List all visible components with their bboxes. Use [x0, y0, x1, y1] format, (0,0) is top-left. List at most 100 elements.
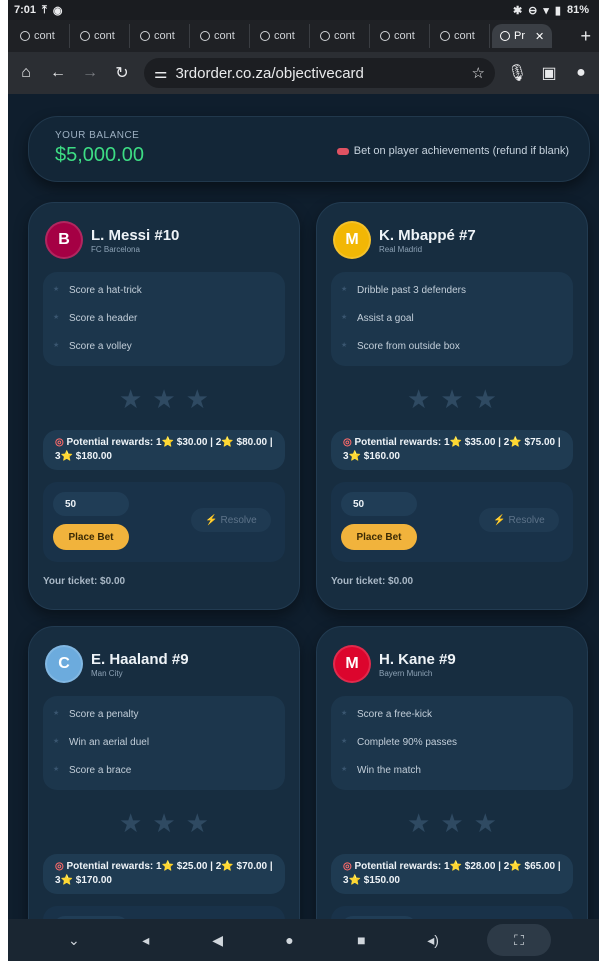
browser-tab[interactable]: cont — [132, 24, 190, 48]
objective-item[interactable]: ★ Dribble past 3 defenders — [341, 276, 563, 304]
browser-tab[interactable]: cont — [252, 24, 310, 48]
bet-info-text: Bet on player achievements (refund if bl… — [353, 145, 569, 157]
screenshot-icon[interactable]: ⛶ — [486, 924, 551, 956]
forward-icon[interactable]: → — [80, 64, 100, 82]
reload-icon[interactable]: ↻ — [112, 63, 132, 83]
place-bet-button[interactable]: Place Bet — [53, 524, 129, 550]
star-icon: ★ — [473, 384, 497, 414]
resolve-button[interactable]: ⚡ Resolve — [479, 508, 559, 532]
potential-rewards: ◎ Potential rewards: 1⭐ $35.00 | 2⭐ $75.… — [331, 430, 573, 470]
browser-tab[interactable]: cont — [72, 24, 130, 48]
star-bullet-icon: ★ — [341, 766, 348, 773]
place-bet-button[interactable]: Place Bet — [341, 524, 417, 550]
browser-tab[interactable]: cont — [432, 24, 490, 48]
player-name: H. Kane #9 — [379, 650, 456, 668]
star-icon: ★ — [185, 384, 209, 414]
star-rating: ★ ★ ★ — [331, 384, 573, 414]
chevron-down-icon[interactable]: ⌄ — [56, 932, 92, 949]
star-icon: ★ — [119, 384, 143, 414]
home-nav-icon[interactable]: ● — [271, 932, 307, 948]
player-team: Man City — [91, 668, 123, 678]
upload-icon: ⤒ — [42, 3, 47, 16]
star-bullet-icon: ★ — [53, 314, 60, 321]
page-content: YOUR BALANCE $5,000.00 Bet on player ach… — [8, 94, 599, 919]
globe-icon — [260, 31, 270, 41]
objective-item[interactable]: ★ Score a hat-trick — [53, 276, 275, 304]
player-name: K. Mbappé #7 — [379, 226, 476, 244]
ticket-value: Your ticket: $0.00 — [331, 576, 414, 587]
star-icon: ★ — [119, 808, 143, 838]
balance-label: YOUR BALANCE — [55, 130, 140, 141]
star-bullet-icon: ★ — [341, 314, 348, 321]
objective-text: Score a penalty — [69, 708, 139, 720]
dnd-icon: ⊖ — [528, 4, 538, 17]
url-text: 3rdorder.co.za/objectivecard — [175, 64, 364, 82]
battery-level: 81% — [566, 4, 589, 16]
player-avatar: M — [333, 645, 371, 683]
browser-tab[interactable]: cont — [372, 24, 430, 48]
volume-down-icon[interactable]: ◂ — [128, 932, 164, 949]
objective-item[interactable]: ★ Score from outside box — [341, 332, 563, 360]
recents-nav-icon[interactable]: ■ — [343, 932, 379, 948]
address-bar[interactable]: ⚌ 3rdorder.co.za/objectivecard ☆ — [144, 58, 495, 88]
objective-item[interactable]: ★ Complete 90% passes — [341, 728, 563, 756]
objective-item[interactable]: ★ Win an aerial duel — [53, 728, 275, 756]
objective-item[interactable]: ★ Score a volley — [53, 332, 275, 360]
browser-tab[interactable]: cont — [312, 24, 370, 48]
back-icon[interactable]: ← — [48, 64, 68, 82]
toolbar: ⌂ ← → ↻ ⚌ 3rdorder.co.za/objectivecard ☆… — [8, 52, 599, 94]
bet-amount-input[interactable] — [53, 492, 129, 516]
star-icon: ★ — [407, 384, 431, 414]
star-rating: ★ ★ ★ — [43, 384, 285, 414]
tab-label: cont — [154, 30, 175, 42]
player-team: FC Barcelona — [91, 244, 140, 254]
globe-icon — [440, 31, 450, 41]
target-icon: ◎ — [55, 861, 64, 872]
globe-icon — [380, 31, 390, 41]
home-icon[interactable]: ⌂ — [16, 64, 36, 82]
objectives-list: ★ Score a free-kick ★ Complete 90% passe… — [331, 696, 573, 790]
objective-item[interactable]: ★ Win the match — [341, 756, 563, 784]
star-icon: ★ — [440, 808, 464, 838]
system-nav-bar: ⌄ ◂ ◀ ● ■ ◂) ⛶ — [8, 919, 599, 961]
objective-item[interactable]: ★ Assist a goal — [341, 304, 563, 332]
tab-label: cont — [334, 30, 355, 42]
objective-item[interactable]: ★ Score a free-kick — [341, 700, 563, 728]
volume-up-icon[interactable]: ◂) — [415, 932, 451, 949]
resolve-button[interactable]: ⚡ Resolve — [191, 508, 271, 532]
browser-tab[interactable]: cont — [12, 24, 70, 48]
tab-switcher-icon[interactable]: ▣ — [539, 63, 559, 83]
status-time: 7:01 — [14, 4, 37, 16]
potential-rewards: ◎ Potential rewards: 1⭐ $30.00 | 2⭐ $80.… — [43, 430, 285, 470]
back-nav-icon[interactable]: ◀ — [200, 932, 236, 949]
microphone-icon[interactable]: 🎙 — [507, 63, 527, 83]
balance-card: YOUR BALANCE $5,000.00 Bet on player ach… — [28, 116, 590, 182]
tab-label: Pr — [514, 30, 525, 42]
tab-label: cont — [274, 30, 295, 42]
objective-item[interactable]: ★ Score a brace — [53, 756, 275, 784]
bet-amount-input[interactable] — [341, 492, 417, 516]
star-bullet-icon: ★ — [53, 710, 60, 717]
browser-window: 7:01 ⤒ ◉ ✱ ⊖ ▾ ▮ 81% cont cont cont cont… — [8, 0, 599, 961]
potential-rewards: ◎ Potential rewards: 1⭐ $28.00 | 2⭐ $65.… — [331, 854, 573, 894]
new-tab-icon[interactable]: + — [580, 26, 595, 47]
menu-icon[interactable]: ● — [571, 64, 591, 82]
player-header: M K. Mbappé #7 Real Madrid — [333, 221, 573, 259]
tab-label: cont — [214, 30, 235, 42]
objective-item[interactable]: ★ Score a penalty — [53, 700, 275, 728]
objective-text: Score a free-kick — [357, 708, 433, 720]
player-card: M K. Mbappé #7 Real Madrid ★ Dribble pas… — [316, 202, 588, 610]
browser-tab-active[interactable]: Pr ✕ — [492, 24, 552, 48]
player-card: C E. Haaland #9 Man City ★ Score a penal… — [28, 626, 300, 919]
close-tab-icon[interactable]: ✕ — [535, 30, 544, 43]
globe-icon — [20, 31, 30, 41]
player-team: Real Madrid — [379, 244, 423, 254]
objective-item[interactable]: ★ Score a header — [53, 304, 275, 332]
globe-icon — [80, 31, 90, 41]
site-settings-icon[interactable]: ⚌ — [154, 64, 167, 82]
browser-tab[interactable]: cont — [192, 24, 250, 48]
bookmark-star-icon[interactable]: ☆ — [472, 64, 485, 82]
star-icon: ★ — [407, 808, 431, 838]
star-icon: ★ — [440, 384, 464, 414]
star-icon: ★ — [152, 384, 176, 414]
